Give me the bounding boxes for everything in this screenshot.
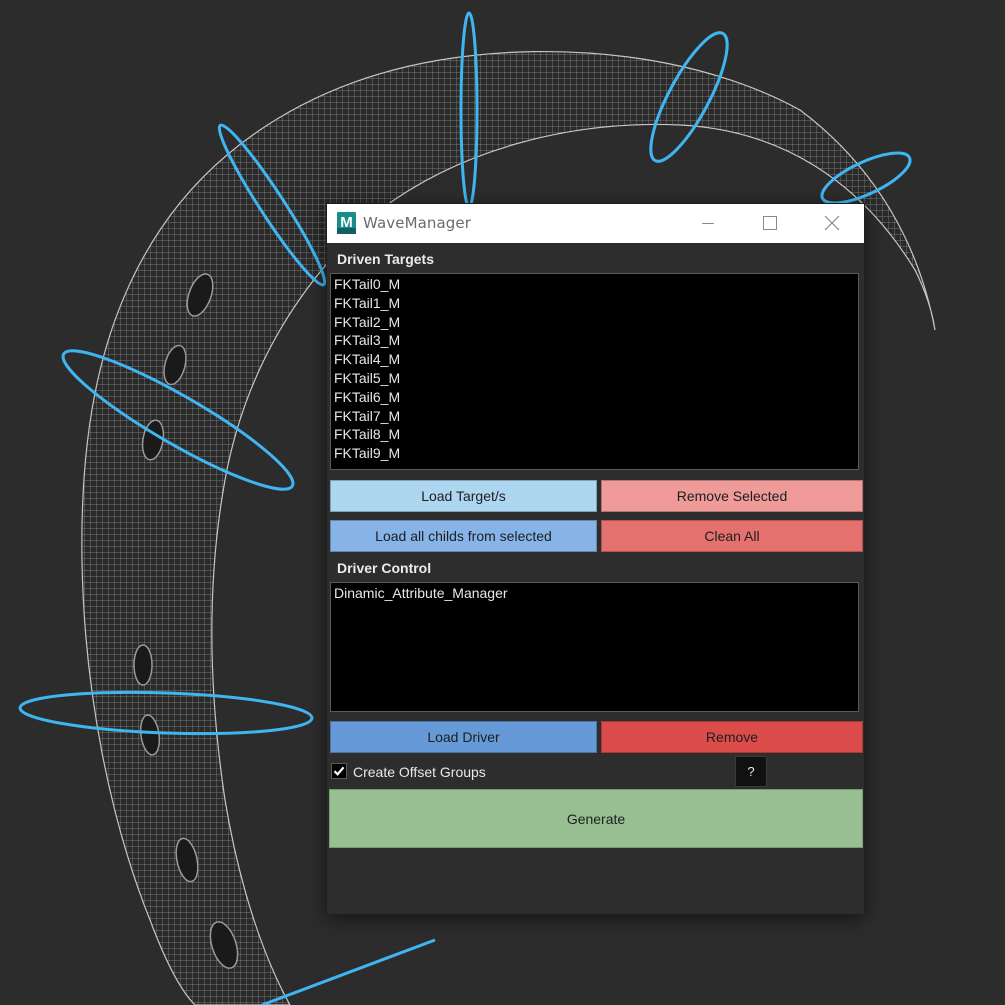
list-item[interactable]: FKTail4_M (334, 351, 400, 367)
minimize-icon (702, 223, 714, 224)
create-offset-groups-checkbox[interactable] (331, 763, 347, 779)
wave-manager-window: M WaveManager Driven Targets FKTail0_M F… (327, 204, 864, 914)
create-offset-groups-label[interactable]: Create Offset Groups (353, 764, 486, 780)
driven-targets-heading: Driven Targets (337, 251, 434, 267)
maximize-icon (763, 216, 777, 230)
remove-driver-button[interactable]: Remove (601, 721, 863, 753)
load-targets-button[interactable]: Load Target/s (330, 480, 597, 512)
list-item[interactable]: FKTail7_M (334, 408, 400, 424)
window-title: WaveManager (363, 214, 472, 232)
maya-app-icon: M (337, 212, 356, 234)
load-driver-button[interactable]: Load Driver (330, 721, 597, 753)
help-button[interactable]: ? (735, 756, 767, 787)
driver-control-list[interactable]: Dinamic_Attribute_Manager (330, 582, 859, 712)
list-item[interactable]: FKTail5_M (334, 370, 400, 386)
checkmark-icon (333, 766, 345, 776)
remove-selected-button[interactable]: Remove Selected (601, 480, 863, 512)
generate-button[interactable]: Generate (329, 789, 863, 848)
title-bar[interactable]: M WaveManager (327, 204, 864, 243)
list-item[interactable]: FKTail1_M (334, 295, 400, 311)
driver-control-heading: Driver Control (337, 560, 432, 576)
clean-all-button[interactable]: Clean All (601, 520, 863, 552)
close-icon (824, 215, 840, 231)
maximize-button[interactable] (739, 204, 801, 243)
list-item[interactable]: FKTail9_M (334, 445, 400, 461)
list-item[interactable]: FKTail2_M (334, 314, 400, 330)
driven-targets-list[interactable]: FKTail0_M FKTail1_M FKTail2_M FKTail3_M … (330, 273, 859, 470)
list-item[interactable]: FKTail8_M (334, 426, 400, 442)
load-all-childs-button[interactable]: Load all childs from selected (330, 520, 597, 552)
list-item[interactable]: Dinamic_Attribute_Manager (334, 585, 508, 601)
minimize-button[interactable] (677, 204, 739, 243)
close-button[interactable] (801, 204, 863, 243)
list-item[interactable]: FKTail0_M (334, 276, 400, 292)
app-icon-letter: M (340, 214, 353, 231)
list-item[interactable]: FKTail3_M (334, 332, 400, 348)
list-item[interactable]: FKTail6_M (334, 389, 400, 405)
